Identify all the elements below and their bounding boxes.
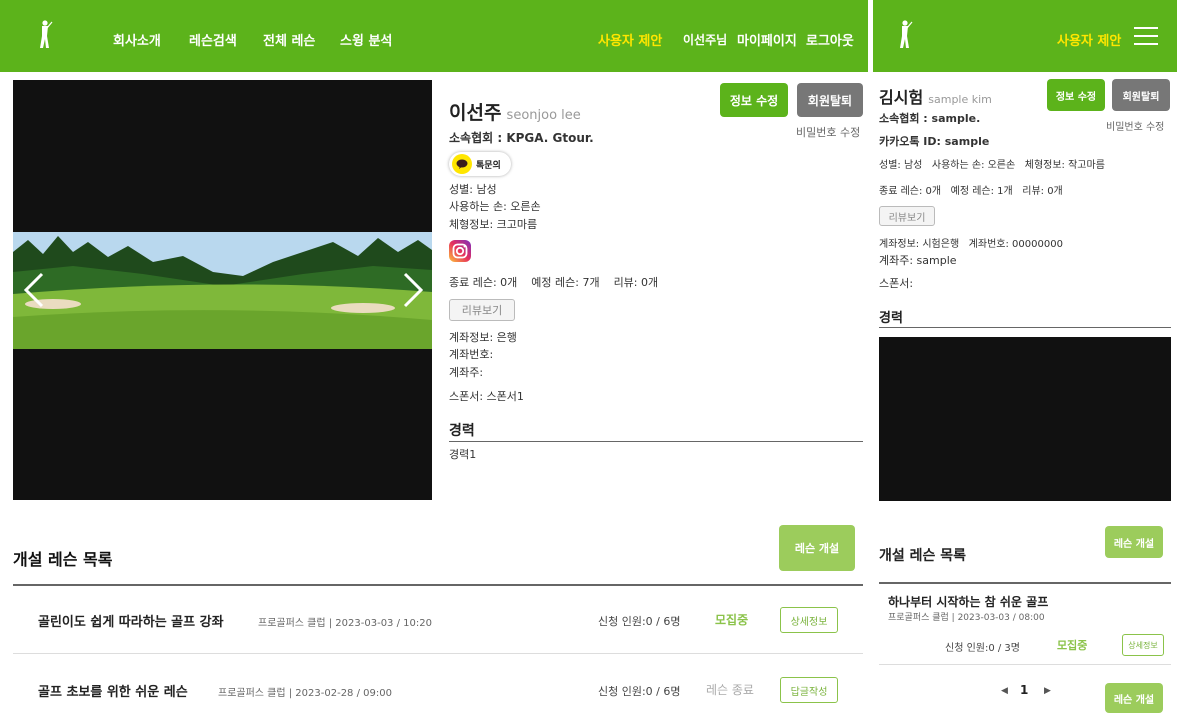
profile-name-en: seonjoo lee: [506, 108, 581, 123]
lesson-status: 모집중: [715, 613, 749, 627]
lesson-reply-button[interactable]: 답글작성: [780, 677, 838, 703]
lesson-row-divider: [13, 653, 863, 654]
mobile-open-lesson-button[interactable]: 레슨 개설: [1105, 526, 1163, 558]
lesson-status: 레슨 종료: [706, 683, 754, 697]
lesson-title[interactable]: 골프 초보를 위한 쉬운 레슨: [38, 681, 188, 700]
mobile-name-row: 김시험 sample kim: [879, 84, 992, 108]
nav-company[interactable]: 회사소개: [113, 30, 161, 49]
mobile-lesson-list-title: 개설 레슨 목록: [879, 548, 967, 564]
mobile-lesson-list-divider: [879, 582, 1171, 584]
mobile-bank: 계좌정보: 시험은행 계좌번호: 00000000: [879, 239, 1063, 250]
mobile-header: [873, 0, 1177, 72]
career-title: 경력: [449, 423, 475, 439]
lesson-meta: 프로골퍼스 클럽 | 2023-03-03 / 10:20: [258, 618, 432, 629]
mobile-account-owner: 계좌주: sample: [879, 254, 957, 267]
nav-logout[interactable]: 로그아웃: [806, 30, 854, 49]
lesson-row[interactable]: 골프 초보를 위한 쉬운 레슨 프로골퍼스 클럽 | 2023-02-28 / …: [13, 656, 863, 713]
mobile-lesson-row-divider: [879, 664, 1171, 665]
mobile-association: 소속협회 : sample.: [879, 112, 981, 125]
profile-image-slider: [13, 80, 432, 500]
nav-lesson-search[interactable]: 레슨검색: [189, 30, 237, 49]
hamburger-menu-icon[interactable]: [1134, 27, 1158, 45]
mobile-career-title: 경력: [879, 311, 903, 326]
nav-swing-analysis[interactable]: 스윙 분석: [340, 30, 392, 49]
review-view-button[interactable]: 리뷰보기: [449, 299, 515, 321]
career-divider: [449, 441, 863, 442]
mobile-edit-info-button[interactable]: 정보 수정: [1047, 79, 1105, 111]
pagination-next-icon[interactable]: ▶: [1044, 686, 1051, 696]
profile-name-row: 이선주 seonjoo lee: [449, 98, 581, 125]
kakao-talk-icon: [452, 154, 472, 174]
lesson-count: 신청 인원:0 / 6명: [598, 615, 681, 628]
profile-gender: 성별: 남성: [449, 183, 497, 196]
lesson-list-title: 개설 레슨 목록: [13, 550, 113, 569]
profile-account-owner: 계좌주:: [449, 366, 484, 379]
lesson-meta: 프로골퍼스 클럽 | 2023-02-28 / 09:00: [218, 688, 392, 699]
mobile-lesson-title[interactable]: 하나부터 시작하는 참 쉬운 골프: [888, 593, 1048, 610]
kakao-inquiry-button[interactable]: 톡문의: [449, 152, 511, 176]
slider-prev-arrow-icon[interactable]: [23, 272, 45, 308]
mobile-lesson-meta: 프로골퍼스 클럽 | 2023-03-03 / 08:00: [888, 613, 1045, 623]
pagination-current-page[interactable]: 1: [1020, 683, 1028, 697]
lesson-count: 신청 인원:0 / 6명: [598, 685, 681, 698]
profile-association: 소속협회 : KPGA. Gtour.: [449, 131, 594, 145]
mobile-open-lesson-button-bottom[interactable]: 레슨 개설: [1105, 683, 1163, 713]
nav-mypage[interactable]: 마이페이지: [737, 30, 797, 49]
mobile-profile-line: 성별: 남성 사용하는 손: 오른손 체형정보: 작고마름: [879, 160, 1105, 171]
mobile-profile-name-en: sample kim: [928, 93, 992, 106]
golf-course-photo: [13, 232, 432, 349]
pagination-prev-icon[interactable]: ◀: [1001, 686, 1008, 696]
mobile-withdraw-button[interactable]: 회원탈퇴: [1112, 79, 1170, 111]
edit-info-button[interactable]: 정보 수정: [720, 83, 788, 117]
open-lesson-button[interactable]: 레슨 개설: [779, 525, 855, 571]
profile-sponsor: 스폰서: 스폰서1: [449, 390, 524, 403]
kakao-inquiry-label: 톡문의: [476, 160, 501, 171]
nav-username: 이선주님: [683, 33, 728, 47]
career-item: 경력1: [449, 448, 477, 461]
mobile-password-change-link[interactable]: 비밀번호 수정: [1106, 118, 1164, 133]
lesson-detail-button[interactable]: 상세정보: [780, 607, 838, 633]
nav-user-suggest[interactable]: 사용자 제안: [598, 30, 662, 49]
profile-bank: 계좌정보: 은행: [449, 331, 517, 344]
mobile-image-slider: [879, 337, 1171, 501]
profile-hand: 사용하는 손: 오른손: [449, 200, 541, 213]
instagram-icon[interactable]: [449, 240, 471, 262]
mobile-career-divider: [879, 327, 1171, 328]
mobile-lesson-status: 모집중: [1057, 639, 1088, 652]
profile-name: 이선주: [449, 102, 502, 124]
withdraw-button[interactable]: 회원탈퇴: [797, 83, 863, 117]
mobile-lesson-stats: 종료 레슨: 0개 예정 레슨: 1개 리뷰: 0개: [879, 186, 1063, 197]
mobile-lesson-detail-button[interactable]: 상세정보: [1122, 634, 1164, 656]
profile-account-no: 계좌번호:: [449, 348, 494, 361]
mobile-profile-name: 김시험: [879, 88, 924, 107]
mobile-lesson-count: 신청 인원:0 / 3명: [945, 643, 1020, 654]
mobile-golfer-logo-icon[interactable]: [897, 20, 913, 50]
lesson-title[interactable]: 골린이도 쉽게 따라하는 골프 강좌: [38, 611, 224, 630]
golfer-logo-icon[interactable]: [37, 20, 53, 50]
mobile-review-view-button[interactable]: 리뷰보기: [879, 206, 935, 226]
profile-body: 체형정보: 크고마름: [449, 218, 538, 231]
mobile-user-suggest[interactable]: 사용자 제안: [1057, 30, 1121, 49]
password-change-link[interactable]: 비밀번호 수정: [796, 124, 860, 140]
mobile-kakao-id: 카카오톡 ID: sample: [879, 135, 990, 148]
nav-all-lessons[interactable]: 전체 레슨: [263, 30, 315, 49]
lesson-row[interactable]: 골린이도 쉽게 따라하는 골프 강좌 프로골퍼스 클럽 | 2023-03-03…: [13, 586, 863, 652]
mobile-sponsor: 스폰서:: [879, 277, 914, 290]
slider-next-arrow-icon[interactable]: [402, 272, 424, 308]
profile-lesson-stats: 종료 레슨: 0개 예정 레슨: 7개 리뷰: 0개: [449, 276, 659, 289]
